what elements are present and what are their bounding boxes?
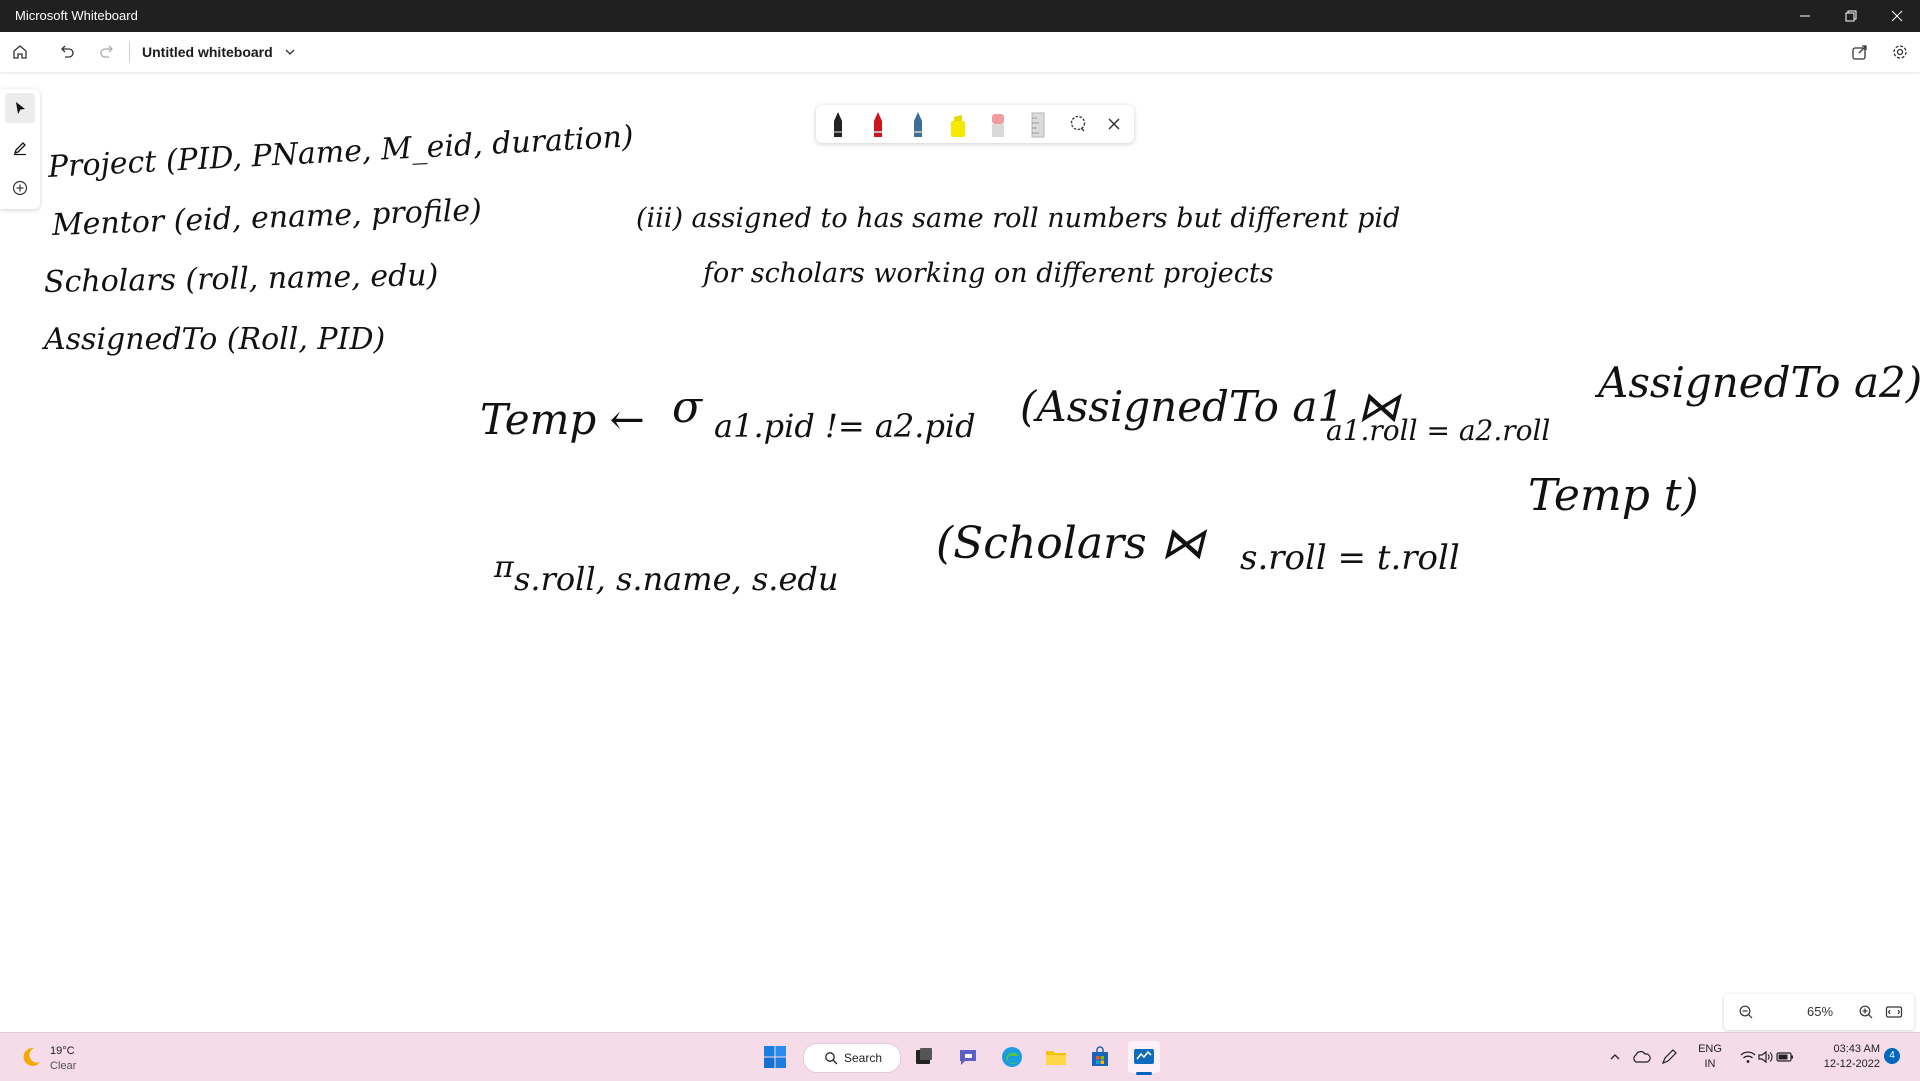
share-button[interactable] (1846, 38, 1874, 66)
task-view-button[interactable] (908, 1041, 940, 1073)
expr2-projection: s.roll, s.name, s.edu (514, 560, 839, 598)
schema-line-project: Project (PID, PName, M_eid, duration) (47, 119, 635, 185)
home-button[interactable] (6, 38, 34, 66)
expr2-pi: π (494, 550, 514, 585)
clock[interactable]: 03:43 AM 12-12-2022 (1808, 1033, 1880, 1081)
zoom-level[interactable]: 65% (1792, 1004, 1848, 1019)
restore-button[interactable] (1828, 0, 1874, 32)
schema-line-scholars: Scholars (roll, name, edu) (43, 258, 439, 300)
region-code: IN (1704, 1058, 1716, 1070)
edge-browser-button[interactable] (996, 1041, 1028, 1073)
expr1-tail: AssignedTo a2) (1598, 358, 1920, 407)
undo-icon (61, 45, 74, 58)
redo-icon (100, 45, 113, 58)
volume-icon (1758, 1050, 1773, 1064)
teams-chat-button[interactable] (952, 1041, 984, 1073)
taskbar: 19°C Clear Search ENG IN 03:43 AM 12-12-… (0, 1032, 1920, 1081)
chevron-up-icon (1610, 1054, 1620, 1060)
windows-logo-icon (764, 1046, 786, 1068)
file-explorer-button[interactable] (1040, 1041, 1072, 1073)
edge-icon (1002, 1047, 1022, 1067)
taskbar-search[interactable]: Search (803, 1043, 901, 1073)
zoom-in-icon (1859, 1005, 1873, 1019)
cloud-icon (1633, 1051, 1651, 1063)
document-title[interactable]: Untitled whiteboard (142, 44, 273, 60)
language-code: ENG (1698, 1043, 1722, 1055)
zoom-out-icon (1739, 1005, 1753, 1019)
share-icon (1852, 45, 1867, 60)
redo-button[interactable] (93, 38, 121, 66)
schema-line-mentor: Mentor (eid, ename, profile) (51, 193, 483, 243)
app-toolbar: Untitled whiteboard (0, 32, 1920, 72)
whiteboard-app-button[interactable] (1128, 1041, 1160, 1075)
expr2-tail: Temp t) (1528, 470, 1699, 521)
settings-button[interactable] (1886, 38, 1914, 66)
toolbar-divider (129, 42, 130, 62)
gear-icon (1893, 45, 1907, 59)
whiteboard-icon (1134, 1049, 1154, 1064)
search-icon (825, 1052, 838, 1065)
window-titlebar: Microsoft Whiteboard (0, 0, 1920, 32)
notification-badge[interactable]: 4 (1884, 1048, 1900, 1064)
onedrive-button[interactable] (1628, 1041, 1654, 1073)
show-hidden-icons-button[interactable] (1604, 1041, 1626, 1073)
question-line-2: for scholars working on different projec… (703, 258, 1274, 289)
search-label: Search (844, 1051, 883, 1065)
folder-icon (1046, 1051, 1066, 1065)
task-view-icon (916, 1048, 932, 1064)
zoom-in-button[interactable] (1852, 998, 1880, 1026)
question-line-1: (iii) assigned to has same roll numbers … (636, 203, 1401, 234)
quick-settings-button[interactable] (1734, 1041, 1800, 1073)
chat-icon (960, 1050, 976, 1065)
title-dropdown-button[interactable] (276, 38, 304, 66)
schema-line-assignedto: AssignedTo (Roll, PID) (44, 322, 386, 357)
pen-workspace-icon (1661, 1049, 1677, 1065)
whiteboard-canvas[interactable]: Project (PID, PName, M_eid, duration) Me… (0, 72, 1920, 1032)
expr2-join-condition: s.roll = t.roll (1240, 538, 1460, 578)
home-icon (13, 45, 27, 59)
window-title: Microsoft Whiteboard (15, 8, 138, 23)
expr2-body: (Scholars ⋈ (936, 518, 1205, 569)
zoom-control: 65% (1724, 994, 1914, 1030)
moon-icon (23, 1047, 40, 1066)
weather-condition: Clear (50, 1060, 77, 1072)
expr1-lhs: Temp ← (480, 395, 645, 444)
expr1-join-condition: a1.roll = a2.roll (1326, 414, 1551, 447)
zoom-out-button[interactable] (1732, 998, 1760, 1026)
restore-icon (1845, 10, 1857, 22)
fit-to-screen-button[interactable] (1880, 998, 1908, 1026)
clock-date: 12-12-2022 (1823, 1058, 1880, 1070)
battery-icon (1776, 1052, 1793, 1062)
active-app-indicator (1136, 1072, 1152, 1075)
store-button[interactable] (1084, 1041, 1116, 1073)
store-icon (1092, 1046, 1108, 1066)
expr1-sigma: σ (672, 382, 703, 433)
expr1-condition: a1.pid != a2.pid (714, 407, 976, 445)
undo-button[interactable] (53, 38, 81, 66)
close-icon (1891, 10, 1903, 22)
minimize-button[interactable] (1782, 0, 1828, 32)
wifi-icon (1740, 1051, 1756, 1063)
fit-screen-icon (1885, 1006, 1903, 1018)
start-button[interactable] (759, 1041, 791, 1073)
weather-temperature: 19°C (50, 1045, 75, 1057)
clock-time: 03:43 AM (1833, 1043, 1880, 1055)
input-language-indicator[interactable]: ENG IN (1690, 1033, 1730, 1081)
pen-menu-button[interactable] (1656, 1041, 1682, 1073)
close-window-button[interactable] (1874, 0, 1920, 32)
chevron-down-icon (285, 49, 295, 55)
minimize-icon (1800, 15, 1810, 17)
